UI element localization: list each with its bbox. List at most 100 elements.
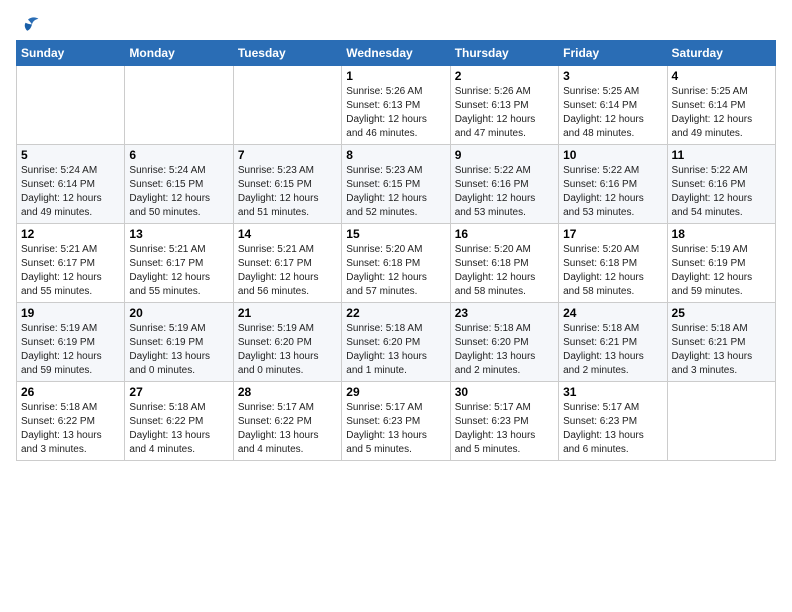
calendar-cell: 17 Sunrise: 5:20 AM Sunset: 6:18 PM Dayli… (559, 224, 667, 303)
day-number: 18 (672, 227, 771, 241)
calendar-body: 1 Sunrise: 5:26 AM Sunset: 6:13 PM Daylig… (17, 66, 776, 461)
day-number: 30 (455, 385, 554, 399)
calendar-week-row: 26 Sunrise: 5:18 AM Sunset: 6:22 PM Dayli… (17, 382, 776, 461)
weekday-header-tuesday: Tuesday (233, 41, 341, 66)
day-number: 15 (346, 227, 445, 241)
day-info: Sunrise: 5:24 AM Sunset: 6:14 PM Dayligh… (21, 164, 120, 220)
calendar-week-row: 12 Sunrise: 5:21 AM Sunset: 6:17 PM Dayli… (17, 224, 776, 303)
day-info: Sunrise: 5:24 AM Sunset: 6:15 PM Dayligh… (129, 164, 228, 220)
calendar-week-row: 1 Sunrise: 5:26 AM Sunset: 6:13 PM Daylig… (17, 66, 776, 145)
day-info: Sunrise: 5:19 AM Sunset: 6:19 PM Dayligh… (672, 243, 771, 299)
calendar-cell (17, 66, 125, 145)
day-number: 19 (21, 306, 120, 320)
day-info: Sunrise: 5:17 AM Sunset: 6:23 PM Dayligh… (455, 401, 554, 457)
calendar-cell: 14Sunrise: 5:21 AM Sunset: 6:17 PM Dayli… (233, 224, 341, 303)
day-info: Sunrise: 5:21 AM Sunset: 6:17 PM Dayligh… (129, 243, 228, 299)
calendar-cell: 18 Sunrise: 5:19 AM Sunset: 6:19 PM Dayli… (667, 224, 775, 303)
calendar-cell: 26 Sunrise: 5:18 AM Sunset: 6:22 PM Dayli… (17, 382, 125, 461)
day-info: Sunrise: 5:26 AM Sunset: 6:13 PM Dayligh… (455, 85, 554, 141)
day-info: Sunrise: 5:19 AM Sunset: 6:19 PM Dayligh… (21, 322, 120, 378)
day-info: Sunrise: 5:21 AM Sunset: 6:17 PM Dayligh… (21, 243, 120, 299)
calendar-cell: 2 Sunrise: 5:26 AM Sunset: 6:13 PM Daylig… (450, 66, 558, 145)
day-number: 24 (563, 306, 662, 320)
day-number: 2 (455, 69, 554, 83)
day-number: 13 (129, 227, 228, 241)
day-number: 20 (129, 306, 228, 320)
calendar-cell: 4 Sunrise: 5:25 AM Sunset: 6:14 PM Daylig… (667, 66, 775, 145)
calendar-cell: 8Sunrise: 5:23 AM Sunset: 6:15 PM Daylig… (342, 145, 450, 224)
calendar-cell: 16Sunrise: 5:20 AM Sunset: 6:18 PM Dayli… (450, 224, 558, 303)
day-number: 7 (238, 148, 337, 162)
day-number: 1 (346, 69, 445, 83)
calendar-cell: 24 Sunrise: 5:18 AM Sunset: 6:21 PM Dayli… (559, 303, 667, 382)
day-info: Sunrise: 5:22 AM Sunset: 6:16 PM Dayligh… (455, 164, 554, 220)
day-number: 17 (563, 227, 662, 241)
day-info: Sunrise: 5:17 AM Sunset: 6:23 PM Dayligh… (346, 401, 445, 457)
weekday-header-thursday: Thursday (450, 41, 558, 66)
day-number: 6 (129, 148, 228, 162)
day-info: Sunrise: 5:25 AM Sunset: 6:14 PM Dayligh… (563, 85, 662, 141)
day-info: Sunrise: 5:20 AM Sunset: 6:18 PM Dayligh… (563, 243, 662, 299)
day-number: 26 (21, 385, 120, 399)
day-number: 5 (21, 148, 120, 162)
day-number: 25 (672, 306, 771, 320)
weekday-header-monday: Monday (125, 41, 233, 66)
calendar-cell: 10 Sunrise: 5:22 AM Sunset: 6:16 PM Dayli… (559, 145, 667, 224)
day-number: 16 (455, 227, 554, 241)
day-info: Sunrise: 5:18 AM Sunset: 6:20 PM Dayligh… (346, 322, 445, 378)
day-info: Sunrise: 5:22 AM Sunset: 6:16 PM Dayligh… (672, 164, 771, 220)
day-number: 8 (346, 148, 445, 162)
day-info: Sunrise: 5:20 AM Sunset: 6:18 PM Dayligh… (346, 243, 445, 299)
day-number: 4 (672, 69, 771, 83)
day-number: 31 (563, 385, 662, 399)
day-info: Sunrise: 5:25 AM Sunset: 6:14 PM Dayligh… (672, 85, 771, 141)
day-info: Sunrise: 5:22 AM Sunset: 6:16 PM Dayligh… (563, 164, 662, 220)
calendar-cell: 30 Sunrise: 5:17 AM Sunset: 6:23 PM Dayli… (450, 382, 558, 461)
calendar-cell: 12 Sunrise: 5:21 AM Sunset: 6:17 PM Dayli… (17, 224, 125, 303)
day-number: 9 (455, 148, 554, 162)
day-info: Sunrise: 5:18 AM Sunset: 6:21 PM Dayligh… (563, 322, 662, 378)
weekday-header-sunday: Sunday (17, 41, 125, 66)
day-number: 11 (672, 148, 771, 162)
calendar-table: SundayMondayTuesdayWednesdayThursdayFrid… (16, 40, 776, 461)
calendar-cell: 1Sunrise: 5:26 AM Sunset: 6:13 PM Daylig… (342, 66, 450, 145)
day-number: 14 (238, 227, 337, 241)
calendar-cell (233, 66, 341, 145)
page-header (16, 16, 776, 36)
calendar-cell: 27 Sunrise: 5:18 AM Sunset: 6:22 PM Dayli… (125, 382, 233, 461)
day-number: 21 (238, 306, 337, 320)
day-number: 12 (21, 227, 120, 241)
day-info: Sunrise: 5:18 AM Sunset: 6:21 PM Dayligh… (672, 322, 771, 378)
day-info: Sunrise: 5:19 AM Sunset: 6:20 PM Dayligh… (238, 322, 337, 378)
weekday-header-row: SundayMondayTuesdayWednesdayThursdayFrid… (17, 41, 776, 66)
calendar-week-row: 5 Sunrise: 5:24 AM Sunset: 6:14 PM Daylig… (17, 145, 776, 224)
day-info: Sunrise: 5:18 AM Sunset: 6:22 PM Dayligh… (129, 401, 228, 457)
day-info: Sunrise: 5:18 AM Sunset: 6:20 PM Dayligh… (455, 322, 554, 378)
logo-icon (16, 16, 40, 36)
day-info: Sunrise: 5:18 AM Sunset: 6:22 PM Dayligh… (21, 401, 120, 457)
calendar-cell: 7 Sunrise: 5:23 AM Sunset: 6:15 PM Daylig… (233, 145, 341, 224)
day-info: Sunrise: 5:17 AM Sunset: 6:22 PM Dayligh… (238, 401, 337, 457)
calendar-cell: 23 Sunrise: 5:18 AM Sunset: 6:20 PM Dayli… (450, 303, 558, 382)
calendar-cell: 6 Sunrise: 5:24 AM Sunset: 6:15 PM Daylig… (125, 145, 233, 224)
calendar-cell: 28 Sunrise: 5:17 AM Sunset: 6:22 PM Dayli… (233, 382, 341, 461)
calendar-cell: 5 Sunrise: 5:24 AM Sunset: 6:14 PM Daylig… (17, 145, 125, 224)
calendar-cell: 3 Sunrise: 5:25 AM Sunset: 6:14 PM Daylig… (559, 66, 667, 145)
weekday-header-wednesday: Wednesday (342, 41, 450, 66)
day-info: Sunrise: 5:17 AM Sunset: 6:23 PM Dayligh… (563, 401, 662, 457)
day-number: 27 (129, 385, 228, 399)
day-info: Sunrise: 5:23 AM Sunset: 6:15 PM Dayligh… (238, 164, 337, 220)
day-number: 29 (346, 385, 445, 399)
day-number: 3 (563, 69, 662, 83)
day-number: 23 (455, 306, 554, 320)
calendar-cell (125, 66, 233, 145)
day-number: 22 (346, 306, 445, 320)
calendar-cell: 13 Sunrise: 5:21 AM Sunset: 6:17 PM Dayli… (125, 224, 233, 303)
calendar-cell: 11 Sunrise: 5:22 AM Sunset: 6:16 PM Dayli… (667, 145, 775, 224)
weekday-header-friday: Friday (559, 41, 667, 66)
calendar-cell: 22 Sunrise: 5:18 AM Sunset: 6:20 PM Dayli… (342, 303, 450, 382)
calendar-cell: 25 Sunrise: 5:18 AM Sunset: 6:21 PM Dayli… (667, 303, 775, 382)
day-number: 28 (238, 385, 337, 399)
day-number: 10 (563, 148, 662, 162)
calendar-cell: 15 Sunrise: 5:20 AM Sunset: 6:18 PM Dayli… (342, 224, 450, 303)
